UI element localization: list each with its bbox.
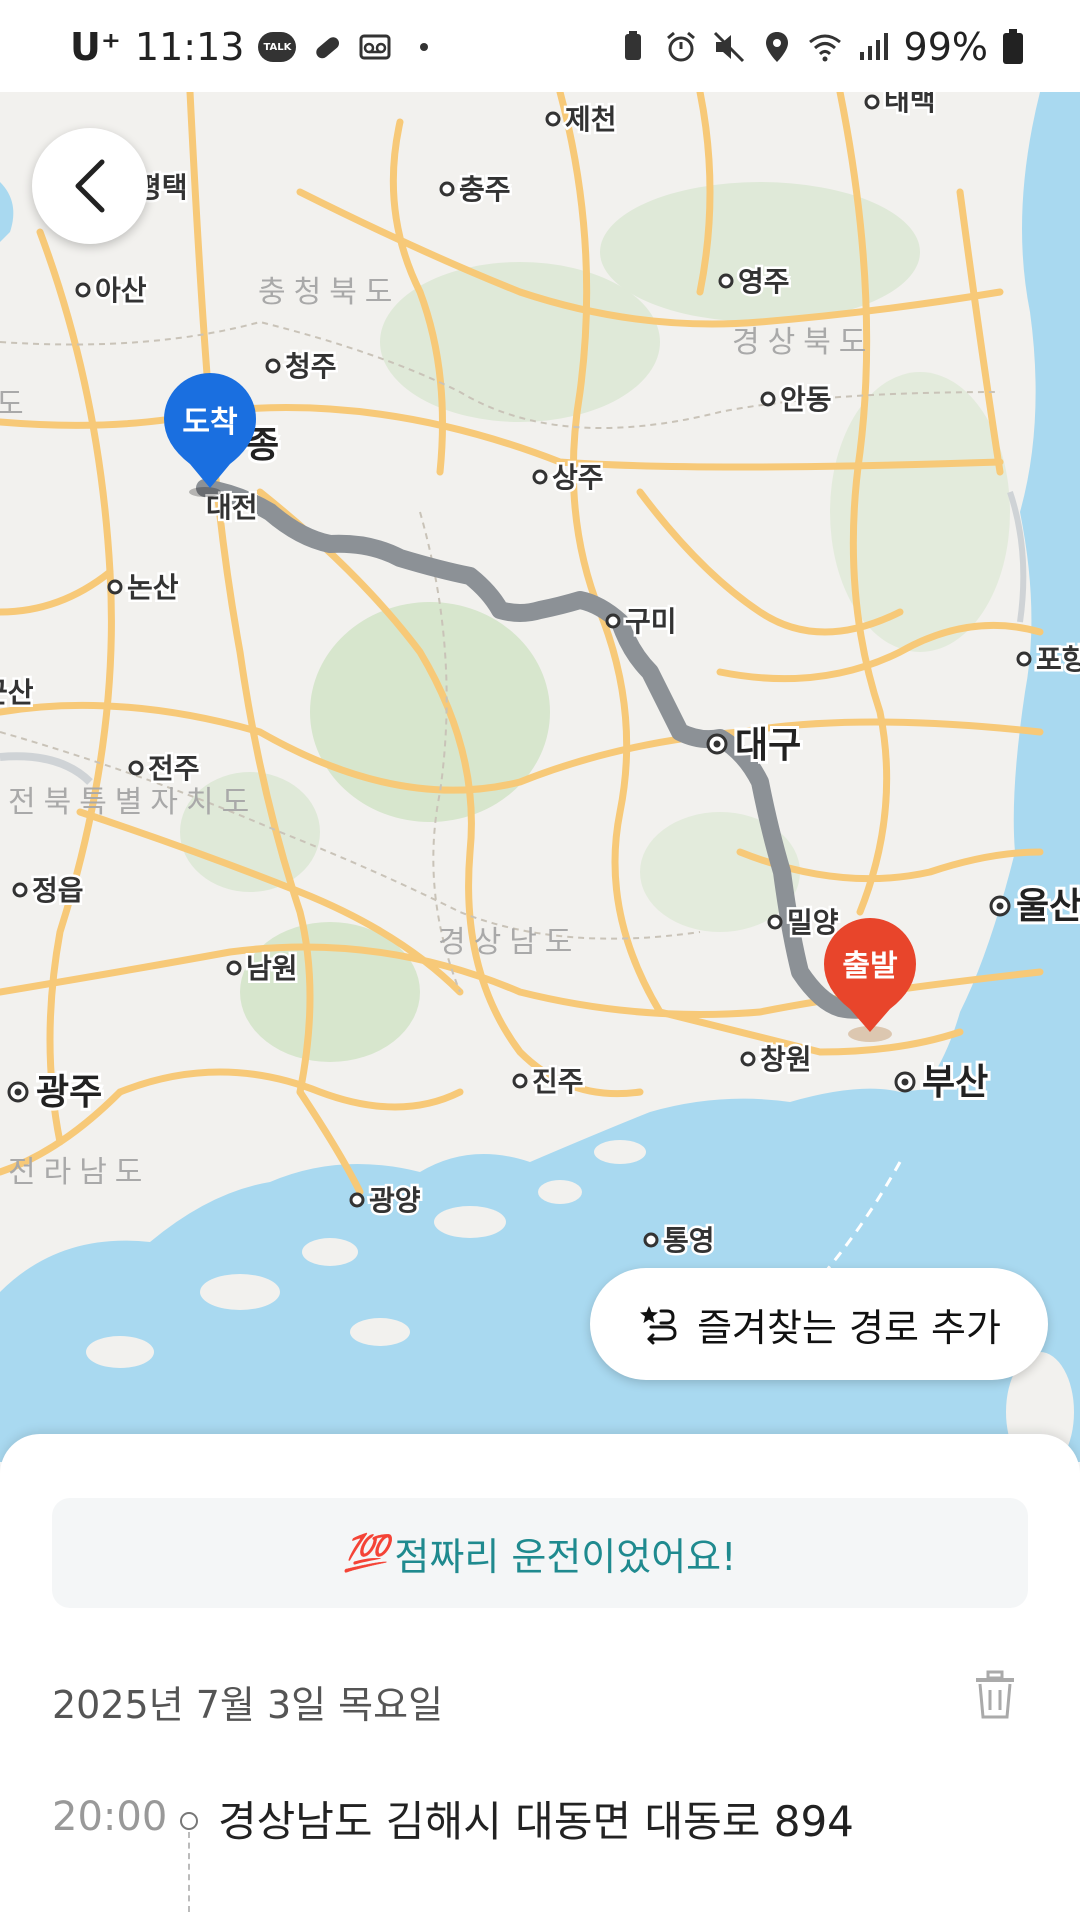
trip-start-time: 20:00 [52, 1794, 168, 1840]
add-favorite-route-button[interactable]: 즐겨찾는 경로 추가 [590, 1268, 1048, 1380]
map-canvas: 평택 제천 태백 충주 아산 영주 청주 안동 상주 논산 구미 포항 군산 전… [0, 92, 1080, 1462]
map-label-daegu: 대구 [735, 725, 801, 766]
clock: 11:13 [134, 25, 245, 69]
more-notifications-dot [420, 43, 429, 51]
driving-score-banner: 💯 점짜리 운전이었어요! [52, 1498, 1028, 1608]
battery-percent: 99% [903, 25, 988, 69]
hundred-points-icon: 💯 [343, 1533, 389, 1574]
signal-icon [859, 33, 888, 60]
map-label-busan: 부산 [922, 1062, 988, 1103]
trip-date: 2025년 7월 3일 목요일 [52, 1683, 444, 1727]
map-region-chungbuk: 충청북도 [258, 275, 400, 310]
voicemail-icon [359, 34, 391, 60]
mute-icon [713, 31, 744, 63]
map-label-sangju: 상주 [552, 461, 604, 494]
trash-icon[interactable] [972, 1670, 1018, 1720]
route-map[interactable]: 평택 제천 태백 충주 아산 영주 청주 안동 상주 논산 구미 포항 군산 전… [0, 92, 1080, 1462]
map-label-jecheon: 제천 [565, 103, 617, 136]
kakaotalk-icon: TALK [258, 32, 297, 62]
map-label-pohang: 포항 [1036, 643, 1080, 676]
map-region-gyeongnam: 경상남도 [438, 925, 580, 960]
map-label-changwon: 창원 [760, 1043, 812, 1076]
map-label-jeonju: 전주 [148, 752, 200, 785]
map-region-jeonbuk: 전북특별자치도 [8, 785, 257, 820]
map-label-gunsan: 군산 [0, 676, 34, 709]
location-icon [765, 32, 788, 62]
map-label-gwangju: 광주 [36, 1072, 102, 1113]
wifi-icon [808, 34, 841, 62]
driving-score-message: 점짜리 운전이었어요! [394, 1534, 737, 1579]
map-label-cheongju: 청주 [285, 350, 337, 383]
map-region-gyeongbuk: 경상북도 [732, 325, 874, 360]
map-label-miryang: 밀양 [787, 906, 839, 939]
map-label-asan: 아산 [95, 274, 147, 307]
map-label-ulsan: 울산 [1016, 886, 1080, 927]
trip-start-address: 경상남도 김해시 대동면 대동로 894 [218, 1797, 854, 1846]
carrier-label: U⁺ [70, 25, 121, 69]
map-label-nonsan: 논산 [127, 571, 179, 604]
status-bar: U⁺ 11:13 TALK 99% [0, 0, 1080, 92]
map-label-yeongju: 영주 [738, 265, 790, 298]
battery-icon [1003, 29, 1023, 64]
map-label-gumi: 구미 [625, 605, 677, 638]
back-button[interactable] [32, 128, 148, 244]
battery-saver-icon [624, 31, 641, 60]
trip-detail-sheet[interactable]: 💯 점짜리 운전이었어요! 2025년 7월 3일 목요일 20:00 경상남도… [0, 1434, 1080, 1912]
map-label-jeongeup: 정읍 [32, 874, 84, 907]
alarm-icon [666, 31, 695, 62]
timeline-connector [188, 1832, 190, 1912]
map-label-jinju: 진주 [532, 1065, 584, 1098]
star-route-icon [640, 1306, 677, 1345]
start-point-dot [180, 1812, 198, 1830]
map-label-namwon: 남원 [246, 952, 298, 985]
pill-icon [316, 37, 340, 59]
map-region-jeonnam: 전라남도 [8, 1155, 150, 1190]
map-label-gwangyang: 광양 [369, 1184, 421, 1217]
map-region-fragment: 도 [0, 387, 32, 422]
map-label-andong: 안동 [780, 383, 832, 416]
chevron-left-icon [75, 159, 105, 213]
departure-marker-label: 출발 [842, 949, 898, 984]
map-label-tongyeong: 통영 [663, 1224, 715, 1257]
arrival-marker-label: 도착 [182, 405, 238, 440]
map-label-taebaek: 태백 [884, 92, 936, 117]
map-label-chungju: 충주 [459, 173, 511, 206]
add-favorite-route-label: 즐겨찾는 경로 추가 [697, 1305, 1001, 1350]
